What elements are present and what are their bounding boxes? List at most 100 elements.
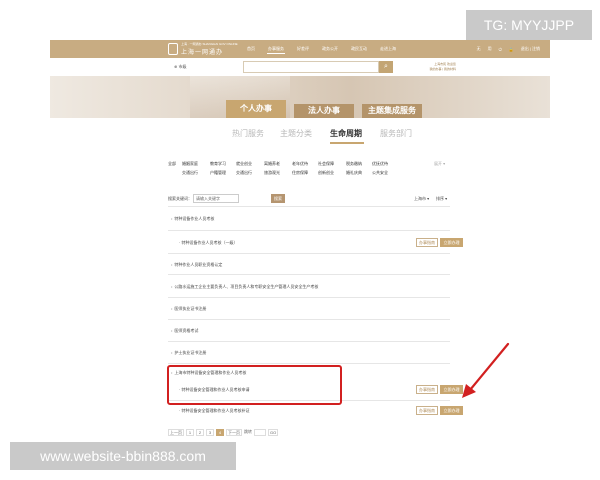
jump-label: 跳转 (244, 429, 252, 434)
filter-option[interactable]: 优抚优待 (372, 161, 388, 167)
search-icon[interactable]: ⌕ (379, 61, 393, 73)
user-links[interactable]: 我的办事 | 我的材料 (430, 67, 456, 72)
filter-option[interactable]: 教育学习 (210, 161, 226, 167)
list-item-subtitle[interactable]: · 特种设备作业人员考核（一级） (179, 240, 237, 246)
bullet-icon: • (171, 284, 173, 289)
nav-public-info[interactable]: 政务公开 (321, 45, 339, 53)
filter-option[interactable]: 社会保障 (318, 161, 334, 167)
list-item-label: 特种作业人员职业资格认定 (174, 262, 223, 267)
logo-title: 上海一网通办 (181, 50, 224, 56)
subtab-hot[interactable]: 热门服务 (232, 128, 264, 139)
tab-personal[interactable]: 个人办事 (226, 100, 286, 118)
location-selector[interactable]: ⊕ 市级 (174, 64, 186, 70)
list-item-sub-label: 特种设备作业人员考核（一级） (181, 240, 238, 245)
accessibility-link[interactable]: 无 (477, 46, 481, 52)
list-item-title[interactable]: • 特种设备作业人员考核 (171, 216, 214, 222)
list-item-label: 医师执业证书注册 (174, 306, 207, 311)
tab-corporate[interactable]: 法人办事 (294, 104, 354, 118)
pagination: 上一页 1 2 3 4 下一页 跳转 GO (168, 428, 280, 436)
list-item: · 特种设备作业人员考核（一级） 办事指南 立即办理 (168, 230, 463, 253)
filter-option[interactable]: 公共安全 (372, 170, 388, 176)
filter-option[interactable]: 税务缴纳 (346, 161, 362, 167)
category-filter: 全部 婚姻家庭 教育学习 就业创业 离婚养老 老年优待 社会保障 税务缴纳 优抚优待交通出行 户籍… (168, 160, 450, 182)
page-number-button[interactable]: 1 (186, 428, 194, 436)
list-item-label: 特种设备作业人员考核 (174, 216, 215, 221)
sort-select[interactable]: 排序 ▾ (436, 196, 447, 202)
keyword-input[interactable]: 请输入关键字 (193, 194, 239, 203)
subtab-topics[interactable]: 主题分类 (280, 128, 312, 139)
guide-button[interactable]: 办事指南 (416, 385, 438, 394)
list-item-title[interactable]: • 医师资格考试 (171, 328, 198, 334)
apply-now-button[interactable]: 立即办理 (440, 238, 463, 247)
nav-tools: 无 用 ⏻ 🔒 退出 | 注销 (470, 40, 540, 58)
logout-link[interactable]: 退出 | 注销 (521, 46, 540, 52)
filter-expand-toggle[interactable]: 展开 ▾ (434, 161, 445, 167)
search-input[interactable] (243, 61, 379, 73)
list-item-subtitle[interactable]: · 特种设备安全管理和作业人员考核补证 (179, 408, 249, 414)
tab-themed-services[interactable]: 主题集成服务 (362, 104, 422, 118)
list-item-sub-label: 特种设备安全管理和作业人员考核补证 (181, 408, 250, 413)
filter-option[interactable]: 离婚养老 (264, 161, 280, 167)
list-item: • 医师资格考试 (168, 319, 450, 341)
filter-option[interactable]: 全部 (168, 161, 176, 167)
list-item-title[interactable]: • 公路水运施工企业主要负责人、项目负责人和专职安全生产管理人员安全生产考核 (171, 284, 318, 290)
nav-interaction[interactable]: 政民互动 (350, 45, 368, 53)
page: 上海 · 一网通办 SHANGHAI GOV ONLINE 上海一网通办 首页 … (0, 0, 600, 480)
filter-option[interactable]: 创新创业 (318, 170, 334, 176)
prev-page-button[interactable]: 上一页 (168, 428, 184, 436)
subtab-departments[interactable]: 服务部门 (380, 128, 412, 139)
logo-emblem-icon (168, 43, 178, 55)
watermark-site: www.website-bbin888.com (10, 442, 236, 470)
hero-banner: 个人办事 法人办事 主题集成服务 (50, 76, 550, 118)
power-icon[interactable]: ⏻ (499, 47, 502, 52)
page-jump-input[interactable] (254, 428, 266, 436)
list-item: • 特种作业人员职业资格认定 (168, 253, 450, 274)
page-number-button[interactable]: 2 (196, 428, 204, 436)
bullet-icon: • (171, 216, 173, 221)
page-number-button[interactable]: 4 (216, 428, 224, 436)
guide-button[interactable]: 办事指南 (416, 406, 438, 415)
user-info[interactable]: 上海市民 欢迎您 我的办事 | 我的材料 (430, 62, 456, 72)
list-item: • 公路水运施工企业主要负责人、项目负责人和专职安全生产管理人员安全生产考核 (168, 274, 450, 297)
subtab-lifecycle[interactable]: 生命周期 (330, 128, 362, 139)
filter-option[interactable]: 就业创业 (236, 161, 252, 167)
nav-home[interactable]: 首页 (246, 45, 256, 53)
filter-option[interactable]: 住房保障 (292, 170, 308, 176)
list-item-title[interactable]: • 特种作业人员职业资格认定 (171, 262, 222, 268)
bullet-icon: • (171, 306, 173, 311)
bullet-icon: • (171, 328, 173, 333)
keyword-label: 搜索关键词： (168, 196, 192, 201)
page-number-button[interactable]: 3 (206, 428, 214, 436)
list-item-title[interactable]: • 护士执业证书注册 (171, 350, 206, 356)
elder-mode-link[interactable]: 用 (488, 46, 492, 52)
search-row: ⊕ 市级 ⌕ 上海市民 欢迎您 我的办事 | 我的材料 (50, 58, 550, 76)
page-go-button[interactable]: GO (268, 428, 279, 436)
list-item-label: 公路水运施工企业主要负责人、项目负责人和专职安全生产管理人员安全生产考核 (174, 284, 319, 289)
site-logo[interactable]: 上海 · 一网通办 SHANGHAI GOV ONLINE 上海一网通办 (168, 42, 250, 56)
guide-button[interactable]: 办事指南 (416, 238, 438, 247)
apply-now-button[interactable]: 立即办理 (440, 406, 463, 415)
list-item: • 医师执业证书注册 (168, 297, 450, 319)
logo-subtitle: 上海 · 一网通办 SHANGHAI GOV ONLINE (181, 42, 238, 46)
filter-option[interactable]: 交通出行 (182, 170, 198, 176)
apply-now-button[interactable]: 立即办理 (440, 385, 463, 394)
filter-option[interactable]: 旅游观光 (264, 170, 280, 176)
lock-icon[interactable]: 🔒 (509, 47, 514, 52)
watermark-tag: TG: MYYJJPP (466, 10, 592, 40)
filter-option[interactable]: 婚姻家庭 (182, 161, 198, 167)
filter-option[interactable]: 老年优待 (292, 161, 308, 167)
filter-option[interactable]: 交通出行 (236, 170, 252, 176)
top-nav-bar: 上海 · 一网通办 SHANGHAI GOV ONLINE 上海一网通办 首页 … (50, 40, 550, 58)
next-page-button[interactable]: 下一页 (226, 428, 242, 436)
list-item: • 护士执业证书注册 (168, 341, 450, 363)
filter-option[interactable]: 户籍管理 (210, 170, 226, 176)
list-item-title[interactable]: • 医师执业证书注册 (171, 306, 206, 312)
nav-services[interactable]: 办事服务 (267, 45, 285, 54)
keyword-search-button[interactable]: 搜索 (271, 194, 285, 203)
nav-about-shanghai[interactable]: 走进上海 (379, 45, 397, 53)
region-select[interactable]: 上海市 ▾ (414, 196, 429, 202)
filter-option[interactable]: 婚礼庆典 (346, 170, 362, 176)
bullet-icon: • (171, 262, 173, 267)
nav-rating[interactable]: 好差评 (296, 45, 310, 53)
keyword-row: 搜索关键词： 请输入关键字 搜索 上海市 ▾ 排序 ▾ (168, 194, 450, 204)
